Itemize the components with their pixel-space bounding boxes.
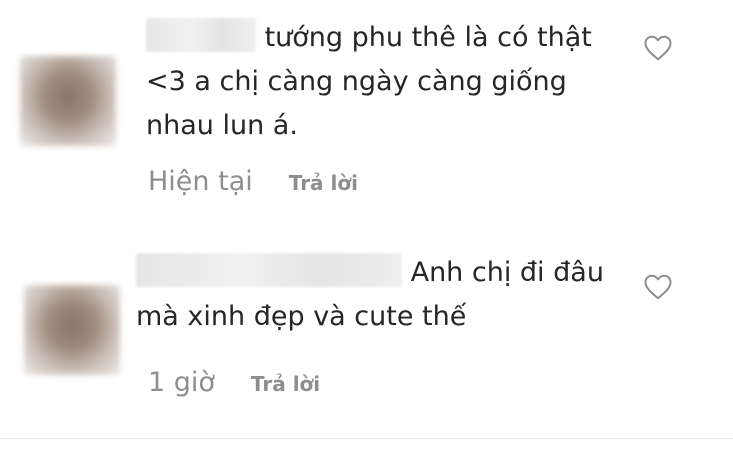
- avatar[interactable]: [24, 285, 120, 375]
- comment-item: Anh chị đi đâu mà xinh đẹp và cute thế 1…: [0, 230, 733, 438]
- comment-body: tướng phu thê là có thật <3 a chị càng n…: [146, 16, 606, 148]
- comment-meta: Hiện tại Trả lời: [148, 166, 358, 197]
- heart-outline-icon[interactable]: [643, 273, 673, 301]
- divider: [0, 438, 733, 439]
- reply-button[interactable]: Trả lời: [251, 372, 320, 396]
- comment-body: Anh chị đi đâu mà xinh đẹp và cute thế: [136, 251, 636, 339]
- username-redacted[interactable]: [146, 18, 256, 52]
- comment-meta: 1 giờ Trả lời: [148, 367, 320, 398]
- reply-button[interactable]: Trả lời: [289, 171, 358, 195]
- heart-outline-icon[interactable]: [643, 34, 673, 62]
- timestamp: 1 giờ: [148, 367, 215, 398]
- username-redacted[interactable]: [136, 253, 402, 287]
- timestamp: Hiện tại: [148, 166, 253, 197]
- avatar[interactable]: [20, 56, 116, 146]
- comment-item: tướng phu thê là có thật <3 a chị càng n…: [0, 0, 733, 230]
